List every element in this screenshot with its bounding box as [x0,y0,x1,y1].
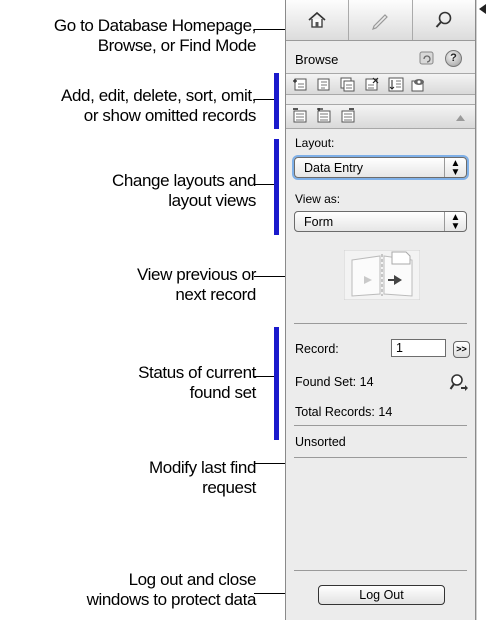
right-edge-strip [476,0,489,620]
record-label: Record: [295,342,339,356]
updown-arrows-icon: ▲ ▼ [444,212,466,232]
modify-last-find-icon[interactable] [449,373,469,393]
callout-records: Add, edit, delete, sort, omit, or show o… [61,86,256,125]
browse-mode-button[interactable] [349,0,413,40]
refresh-window-icon[interactable] [419,50,435,66]
callout-logout: Log out and close windows to protect dat… [86,570,257,609]
home-mode-button[interactable] [286,0,350,40]
callout-navigate: View previous or next record [137,265,256,304]
callout-modify: Modify last find request [149,458,256,497]
divider [294,323,467,324]
sort-records-icon[interactable] [388,77,404,92]
new-record-icon[interactable] [292,77,308,92]
duplicate-record-icon[interactable] [340,77,356,92]
bracket-status [274,327,279,440]
omit-multiple-icon[interactable] [316,108,332,123]
found-set-count: Found Set: 14 [295,375,374,389]
view-as-select-value: Form [304,215,334,229]
record-tools-row-2 [286,104,475,129]
callout-status: Status of current found set [138,363,256,402]
record-book-icon[interactable] [344,250,420,300]
layout-label: Layout: [295,136,335,150]
omit-record-icon[interactable] [292,108,308,123]
divider [294,457,467,458]
sort-status: Unsorted [295,435,346,449]
callout-layouts: Change layouts and layout views [111,171,256,210]
updown-arrows-icon: ▲ ▼ [444,158,466,178]
callout-modes: Go to Database Homepage, Browse, or Find… [53,16,256,55]
leader-status [254,376,274,377]
total-records-count: Total Records: 14 [295,405,393,419]
bracket-records [274,73,279,129]
mode-title: Browse [295,52,339,67]
mode-header: Browse ? [286,44,475,70]
help-icon[interactable]: ? [445,50,462,67]
view-as-select[interactable]: Form ▲ ▼ [294,211,467,232]
leader-modes [254,29,287,30]
record-tools-row-1 [286,73,475,95]
layout-select-value: Data Entry [304,161,364,175]
divider [294,425,467,426]
bracket-layouts [274,139,279,235]
magnifier-icon [435,11,452,28]
edit-record-icon[interactable] [316,77,332,92]
go-to-record-button[interactable]: >> [453,341,470,358]
record-number-input[interactable]: 1 [391,339,446,357]
show-omitted-icon[interactable] [410,77,426,92]
delete-record-icon[interactable] [364,77,380,92]
mode-bar [286,0,475,41]
status-toolbar: Browse ? Layout: Data Entry ▲ ▼ View as: … [285,0,476,620]
leader-layouts [254,184,274,185]
divider [294,570,467,571]
view-as-label: View as: [295,192,341,206]
collapse-panel-arrow-icon[interactable] [479,4,486,14]
show-all-records-icon[interactable] [340,108,356,123]
leader-records [254,99,274,100]
collapse-triangle-icon[interactable] [456,115,465,121]
home-icon [308,11,326,28]
find-mode-button[interactable] [413,0,475,40]
pencil-icon [372,14,389,30]
log-out-button[interactable]: Log Out [318,585,445,605]
layout-select[interactable]: Data Entry ▲ ▼ [294,157,467,178]
